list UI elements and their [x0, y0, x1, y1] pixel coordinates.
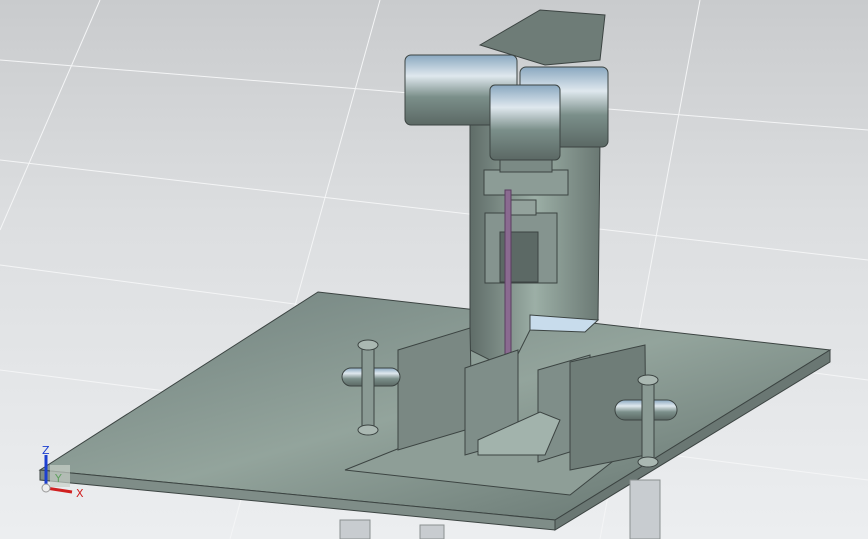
x-axis-label: X — [76, 487, 84, 500]
triad-origin — [41, 483, 51, 493]
y-axis-label: Y — [54, 472, 62, 485]
axis-triad: Z X Y — [41, 444, 84, 500]
z-axis-label: Z — [42, 444, 50, 457]
cad-3d-viewport[interactable]: Z X Y — [0, 0, 868, 539]
